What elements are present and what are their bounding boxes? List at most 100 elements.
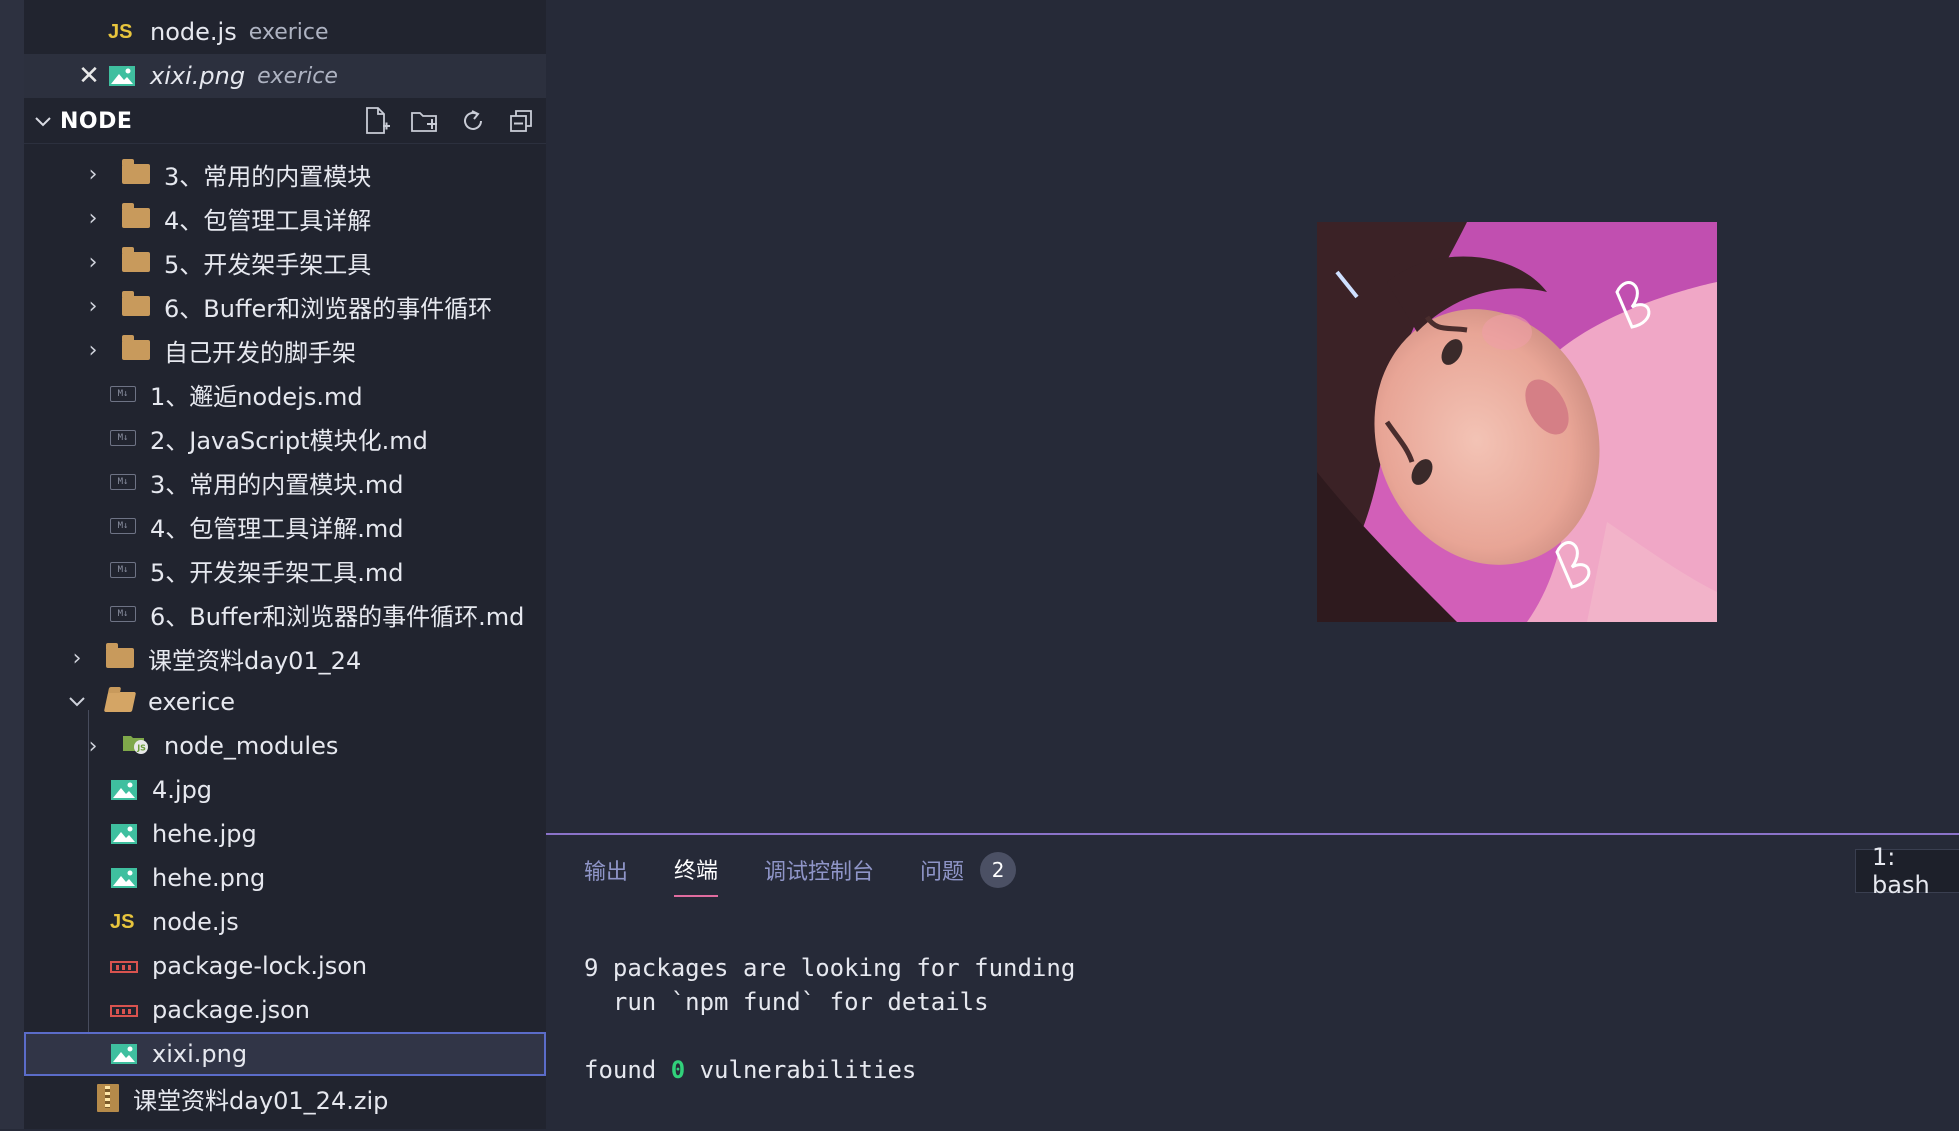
tree-file-md[interactable]: M↓ 4、包管理工具详解.md [24,504,546,548]
chevron-right-icon: › [88,337,98,363]
tree-item-label: exerice [148,688,236,716]
collapse-all-icon[interactable] [506,106,536,136]
terminal-selector[interactable]: 1: bash [1855,843,1959,899]
folder-icon [122,335,150,360]
tree-item-label: hehe.png [152,864,266,892]
tree-item-label: 4.jpg [152,776,213,804]
tree-item-label: node.js [152,908,239,936]
bottom-panel: 输出 终端 调试控制台 问题 2 1: bash 9 packages are … [546,833,1959,1131]
image-icon [110,1043,138,1065]
close-icon[interactable]: ✕ [74,61,104,91]
terminal-line: 9 packages are looking for funding [584,954,1076,982]
tree-folder-node-modules[interactable]: › JS node_modules [24,724,546,768]
markdown-icon: M↓ [110,518,136,534]
tree-file-image[interactable]: 4.jpg [24,768,546,812]
chevron-right-icon: › [88,161,98,187]
tree-item-label: 3、常用的内置模块 [164,162,372,191]
terminal-output[interactable]: 9 packages are looking for funding run `… [584,951,1075,1087]
terminal-text: vulnerabilities [685,1056,917,1084]
tab-problems[interactable]: 问题 [920,854,964,896]
npm-json-icon [110,952,138,980]
open-editor-label: xixi.png [150,62,246,90]
open-editor-node-js[interactable]: JS node.js exerice [24,10,546,54]
section-toolbar [362,106,536,136]
folder-icon [106,643,134,668]
image-icon [110,779,138,801]
tree-folder-exerice[interactable]: exerice [24,680,546,724]
tree-file-image[interactable]: hehe.jpg [24,812,546,856]
tree-file-md[interactable]: M↓ 5、开发架手架工具.md [24,548,546,592]
tree-item-label: 自己开发的脚手架 [164,338,356,367]
tab-output[interactable]: 输出 [584,854,628,896]
markdown-icon: M↓ [110,562,136,578]
chevron-right-icon: › [88,249,98,275]
image-icon [110,867,138,889]
tree-item-label: package.json [152,996,311,1024]
tree-file-md[interactable]: M↓ 2、JavaScript模块化.md [24,416,546,460]
js-icon: JS [110,910,135,933]
zip-icon [97,1084,119,1112]
section-title: NODE [60,108,133,134]
tree-file-md[interactable]: M↓ 3、常用的内置模块.md [24,460,546,504]
tree-file-json[interactable]: package.json [24,988,546,1032]
tree-folder-5[interactable]: › 5、开发架手架工具 [24,240,546,284]
chevron-right-icon: › [88,205,98,231]
tree-folder-6[interactable]: › 6、Buffer和浏览器的事件循环 [24,284,546,328]
tree-item-label: 3、常用的内置模块.md [150,470,404,499]
tree-folder-4[interactable]: › 4、包管理工具详解 [24,196,546,240]
tree-item-label: 1、邂逅nodejs.md [150,382,363,411]
folder-icon [122,159,150,184]
image-preview-editor [546,0,1959,833]
terminal-line: run `npm fund` for details [584,988,989,1016]
folder-icon [122,203,150,228]
npm-json-icon [110,996,138,1024]
explorer-section-header[interactable]: NODE [24,99,546,144]
tree-item-label: 课堂资料day01_24.zip [133,1086,389,1115]
open-editors-list: JS node.js exerice ✕ xixi.png exerice [24,10,546,98]
panel-tabs: 输出 终端 调试控制台 问题 2 [584,852,1017,897]
tree-item-label: 6、Buffer和浏览器的事件循环.md [150,602,525,631]
tree-file-js[interactable]: JS node.js [24,900,546,944]
tree-item-label: 6、Buffer和浏览器的事件循环 [164,294,493,323]
tree-item-label: 4、包管理工具详解.md [150,514,404,543]
tree-item-label: hehe.jpg [152,820,257,848]
tree-folder-scaffold[interactable]: › 自己开发的脚手架 [24,328,546,372]
tree-item-label: package-lock.json [152,952,368,980]
open-editor-label: node.js [150,18,237,46]
tree-file-json[interactable]: package-lock.json [24,944,546,988]
open-editor-xixi-png[interactable]: ✕ xixi.png exerice [24,54,546,98]
tree-file-zip[interactable]: 课堂资料day01_24.zip [24,1076,546,1120]
chevron-down-icon [64,696,90,708]
tree-file-md[interactable]: M↓ 1、邂逅nodejs.md [24,372,546,416]
tree-file-md[interactable]: M↓ 6、Buffer和浏览器的事件循环.md [24,592,546,636]
tab-terminal[interactable]: 终端 [674,853,719,897]
new-folder-icon[interactable] [410,106,440,136]
vulnerability-count: 0 [670,1056,686,1084]
tree-item-label: node_modules [164,732,339,760]
folder-open-icon [103,692,137,712]
tree-folder-3[interactable]: › 3、常用的内置模块 [24,152,546,196]
preview-image [1317,222,1717,622]
folder-icon [122,291,150,316]
tab-debug-console[interactable]: 调试控制台 [764,854,874,896]
markdown-icon: M↓ [110,606,136,622]
tree-file-image[interactable]: hehe.png [24,856,546,900]
image-icon [110,823,138,845]
js-icon: JS [108,20,133,43]
open-editor-folder: exerice [248,19,329,45]
chevron-right-icon: › [88,293,98,319]
terminal-line: found 0 vulnerabilities [584,1053,1075,1087]
image-icon [108,65,136,87]
tree-folder-course[interactable]: › 课堂资料day01_24 [24,636,546,680]
svg-text:JS: JS [136,744,146,753]
markdown-icon: M↓ [110,474,136,490]
terminal-text: found [584,1056,671,1084]
tree-item-label: xixi.png [152,1040,248,1068]
node-folder-icon: JS [122,731,150,761]
new-file-icon[interactable] [362,106,392,136]
tree-item-label: 4、包管理工具详解 [164,206,372,235]
refresh-icon[interactable] [458,106,488,136]
tree-file-image-selected[interactable]: xixi.png [24,1032,546,1076]
tree-item-label: 2、JavaScript模块化.md [150,426,428,455]
